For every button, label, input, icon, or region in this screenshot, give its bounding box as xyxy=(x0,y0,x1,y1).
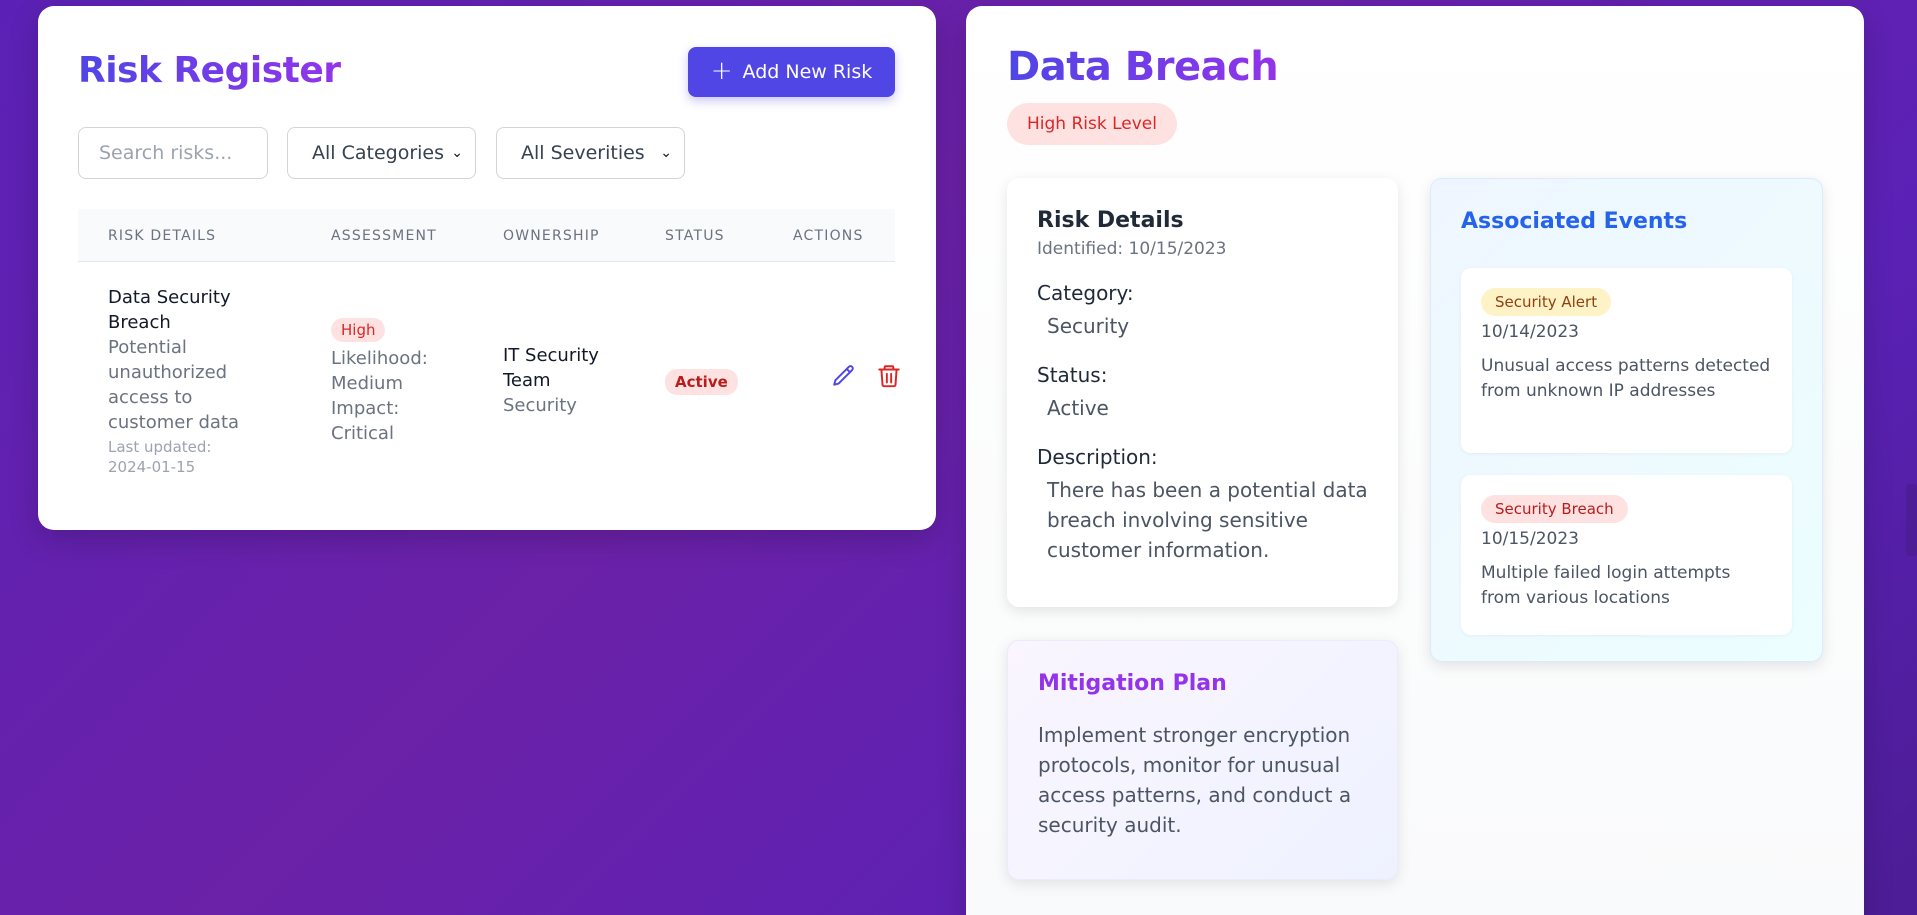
risk-register-panel: Risk Register + Add New Risk All Categor… xyxy=(38,6,936,530)
owner-team: IT Security Team xyxy=(503,345,599,391)
column-header-assessment: ASSESSMENT xyxy=(331,228,437,244)
column-header-risk-details: RISK DETAILS xyxy=(108,228,217,244)
event-date: 10/14/2023 xyxy=(1481,322,1579,342)
owner-department: Security xyxy=(503,395,577,416)
status-value: Active xyxy=(1047,396,1109,420)
impact-text: Impact: Critical xyxy=(331,398,400,444)
page-title: Risk Register xyxy=(78,50,341,91)
status-badge: Active xyxy=(665,369,738,395)
category-value: Security xyxy=(1047,314,1130,338)
edit-icon[interactable] xyxy=(831,363,857,389)
column-header-ownership: OWNERSHIP xyxy=(503,228,600,244)
add-new-risk-label: Add New Risk xyxy=(742,61,873,83)
event-type-badge: Security Alert xyxy=(1481,288,1612,316)
severity-badge: High xyxy=(331,318,386,342)
page-scrollbar[interactable] xyxy=(1904,0,1917,915)
risk-level-badge: High Risk Level xyxy=(1007,103,1177,145)
risk-description: Potential unauthorized access to custome… xyxy=(108,337,240,433)
description-label: Description: xyxy=(1037,445,1158,469)
table-header: RISK DETAILS ASSESSMENT OWNERSHIP STATUS… xyxy=(78,209,895,262)
column-header-status: STATUS xyxy=(665,228,725,244)
identified-date: Identified: 10/15/2023 xyxy=(1037,239,1227,259)
ownership-cell: IT Security Team Security xyxy=(503,343,623,418)
chevron-down-icon: ⌄ xyxy=(451,145,463,161)
column-header-actions: ACTIONS xyxy=(793,228,864,244)
category-filter-select[interactable]: All Categories ⌄ xyxy=(287,127,476,179)
risk-name: Data Security Breach xyxy=(108,287,231,333)
mitigation-plan-card: Mitigation Plan Implement stronger encry… xyxy=(1007,640,1398,880)
event-text: Multiple failed login attempts from vari… xyxy=(1481,563,1731,608)
plus-icon: + xyxy=(710,56,733,86)
search-input[interactable] xyxy=(78,127,268,179)
category-filter-value: All Categories xyxy=(312,142,445,164)
add-new-risk-button[interactable]: + Add New Risk xyxy=(688,47,895,97)
severity-filter-value: All Severities xyxy=(521,142,645,164)
event-item: Security Breach 10/15/2023 Multiple fail… xyxy=(1461,475,1792,635)
likelihood-text: Likelihood: Medium xyxy=(331,348,428,394)
risk-details-heading: Risk Details xyxy=(1037,208,1184,233)
event-item: Security Alert 10/14/2023 Unusual access… xyxy=(1461,268,1792,453)
mitigation-plan-heading: Mitigation Plan xyxy=(1038,671,1227,696)
severity-filter-select[interactable]: All Severities ⌄ xyxy=(496,127,685,179)
assessment-cell: High Likelihood: Medium Impact: Critical xyxy=(331,317,441,446)
description-value: There has been a potential data breach i… xyxy=(1047,478,1368,562)
scrollbar-thumb[interactable] xyxy=(1906,484,1917,556)
risk-details-card: Risk Details Identified: 10/15/2023 Cate… xyxy=(1007,178,1398,607)
risk-details-cell: Data Security Breach Potential unauthori… xyxy=(108,285,258,477)
status-label: Status: xyxy=(1037,363,1108,387)
table-row[interactable]: Data Security Breach Potential unauthori… xyxy=(78,263,900,494)
associated-events-card: Associated Events Security Alert 10/14/2… xyxy=(1430,178,1823,662)
last-updated: Last updated: 2024-01-15 xyxy=(108,438,212,476)
event-type-badge: Security Breach xyxy=(1481,495,1628,523)
event-date: 10/15/2023 xyxy=(1481,529,1579,549)
detail-title: Data Breach xyxy=(1007,44,1279,90)
associated-events-heading: Associated Events xyxy=(1461,209,1688,234)
trash-icon[interactable] xyxy=(876,363,902,389)
status-cell: Active xyxy=(665,369,738,395)
category-label: Category: xyxy=(1037,281,1134,305)
event-text: Unusual access patterns detected from un… xyxy=(1481,356,1771,401)
risk-detail-panel: Data Breach High Risk Level Risk Details… xyxy=(966,6,1864,915)
mitigation-plan-text: Implement stronger encryption protocols,… xyxy=(1038,723,1352,837)
chevron-down-icon: ⌄ xyxy=(660,145,672,161)
